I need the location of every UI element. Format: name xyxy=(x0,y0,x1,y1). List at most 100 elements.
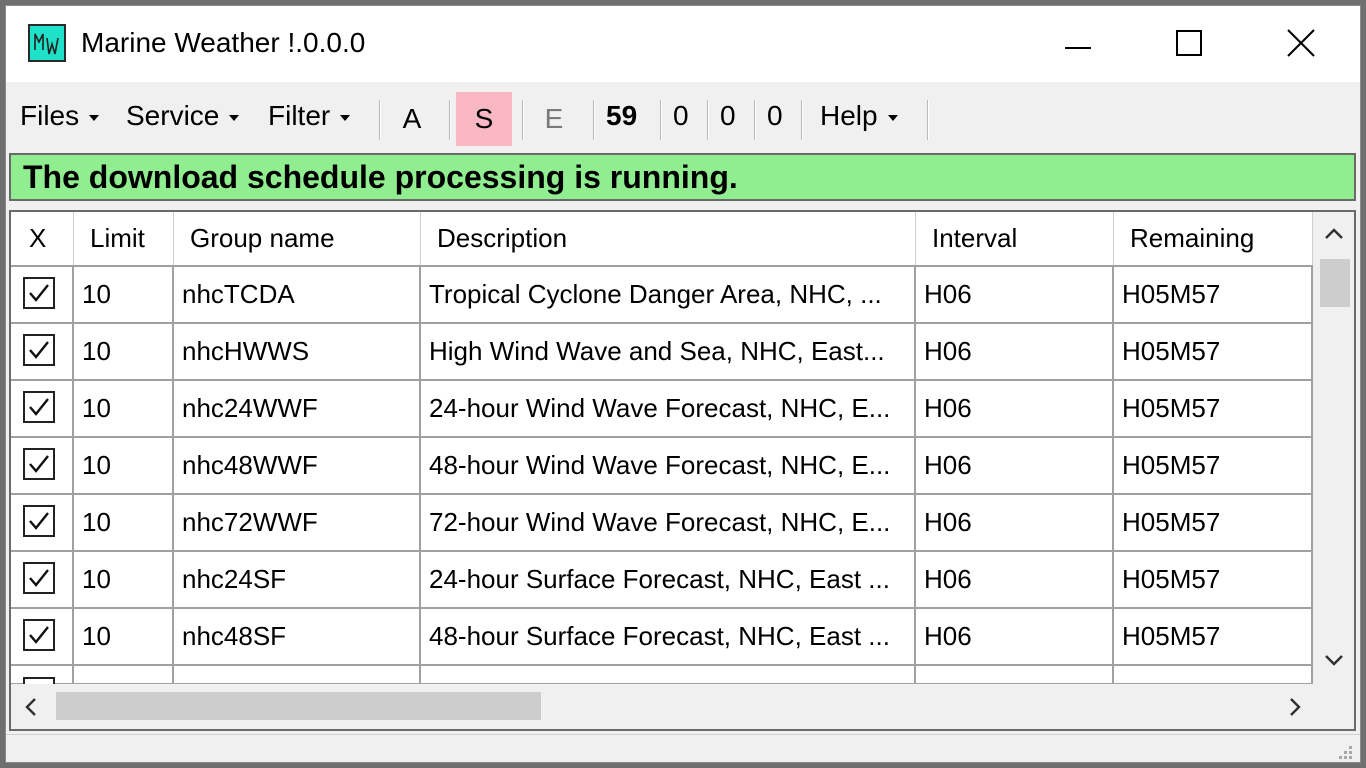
chevron-down-icon xyxy=(340,114,351,121)
table-cell xyxy=(421,665,916,685)
limit-cell[interactable]: 10 xyxy=(74,438,174,493)
description-cell[interactable]: 48-hour Surface Forecast, NHC, East ... xyxy=(421,609,916,664)
limit-cell[interactable]: 10 xyxy=(74,267,174,322)
table-row[interactable]: 10 nhc72WWF 72-hour Wind Wave Forecast, NH… xyxy=(11,495,1313,552)
column-header-interval[interactable]: Interval xyxy=(916,212,1114,265)
limit-cell[interactable]: 10 xyxy=(74,495,174,550)
description-cell[interactable]: 24-hour Wind Wave Forecast, NHC, E... xyxy=(421,381,916,436)
checkbox-cell xyxy=(11,552,74,607)
remaining-cell[interactable]: H05M57 xyxy=(1114,324,1313,379)
vertical-scrollbar[interactable] xyxy=(1313,212,1354,682)
resize-grip-icon[interactable] xyxy=(1336,743,1354,761)
window-title: Marine Weather !.0.0.0 xyxy=(81,27,366,58)
grid-header: X Limit Group name Description Interval … xyxy=(11,212,1313,267)
remaining-cell[interactable]: H05M57 xyxy=(1114,438,1313,493)
table-row[interactable]: 10 nhcTCDA Tropical Cyclone Danger Area, N… xyxy=(11,267,1313,324)
menu-separator xyxy=(707,100,709,140)
column-header-description[interactable]: Description xyxy=(421,212,916,265)
chevron-left-icon[interactable] xyxy=(23,696,39,718)
status-banner-text: The download schedule processing is runn… xyxy=(23,159,738,195)
button-s[interactable]: S xyxy=(456,92,512,146)
description-cell[interactable]: 24-hour Surface Forecast, NHC, East ... xyxy=(421,552,916,607)
menu-filter[interactable]: Filter xyxy=(268,82,351,150)
horizontal-scrollbar[interactable] xyxy=(11,684,1313,729)
table-row[interactable]: 10 nhcHWWS High Wind Wave and Sea, NHC, Ea… xyxy=(11,324,1313,381)
interval-cell[interactable]: H06 xyxy=(916,381,1114,436)
description-cell[interactable]: Tropical Cyclone Danger Area, NHC, ... xyxy=(421,267,916,322)
status-banner: The download schedule processing is runn… xyxy=(9,153,1356,201)
button-a[interactable]: A xyxy=(390,92,434,146)
remaining-cell[interactable]: H05M57 xyxy=(1114,495,1313,550)
description-cell[interactable]: 48-hour Wind Wave Forecast, NHC, E... xyxy=(421,438,916,493)
limit-cell[interactable]: 10 xyxy=(74,381,174,436)
remaining-cell[interactable]: H05M57 xyxy=(1114,609,1313,664)
menu-separator xyxy=(660,100,662,140)
limit-cell[interactable]: 10 xyxy=(74,609,174,664)
checkmark-icon xyxy=(29,626,49,644)
chevron-down-icon[interactable] xyxy=(1323,652,1345,668)
table-row[interactable]: 10 nhc24SF 24-hour Surface Forecast, NHC, … xyxy=(11,552,1313,609)
row-checkbox[interactable] xyxy=(23,391,55,423)
table-cell xyxy=(1114,665,1313,685)
column-header-limit[interactable]: Limit xyxy=(74,212,174,265)
remaining-cell[interactable]: H05M57 xyxy=(1114,267,1313,322)
menu-separator xyxy=(522,100,524,140)
group-name-cell[interactable]: nhc72WWF xyxy=(174,495,421,550)
horizontal-scroll-thumb[interactable] xyxy=(56,692,541,720)
chevron-right-icon[interactable] xyxy=(1287,696,1303,718)
menu-help-label: Help xyxy=(820,100,878,131)
interval-cell[interactable]: H06 xyxy=(916,438,1114,493)
row-checkbox[interactable] xyxy=(23,448,55,480)
menu-separator xyxy=(801,100,803,140)
row-checkbox[interactable] xyxy=(23,619,55,651)
close-button[interactable] xyxy=(1274,18,1330,68)
maximize-button[interactable] xyxy=(1161,18,1217,68)
minimize-button[interactable] xyxy=(1049,18,1105,68)
row-checkbox[interactable] xyxy=(23,505,55,537)
group-name-cell[interactable]: nhc48SF xyxy=(174,609,421,664)
table-cell xyxy=(916,665,1114,685)
interval-cell[interactable]: H06 xyxy=(916,609,1114,664)
menu-service[interactable]: Service xyxy=(126,82,240,150)
group-name-cell[interactable]: nhc24SF xyxy=(174,552,421,607)
group-name-cell[interactable]: nhcHWWS xyxy=(174,324,421,379)
mw-app-icon xyxy=(28,24,66,62)
button-e[interactable]: E xyxy=(534,92,574,146)
group-name-cell[interactable]: nhc24WWF xyxy=(174,381,421,436)
table-row-partial xyxy=(11,665,1313,685)
table-row[interactable]: 10 nhc48SF 48-hour Surface Forecast, NHC, … xyxy=(11,609,1313,666)
chevron-down-icon xyxy=(229,114,240,121)
menu-files[interactable]: Files xyxy=(20,82,100,150)
row-checkbox[interactable] xyxy=(23,277,55,309)
interval-cell[interactable]: H06 xyxy=(916,324,1114,379)
vertical-scroll-thumb[interactable] xyxy=(1320,259,1350,307)
description-cell[interactable]: 72-hour Wind Wave Forecast, NHC, E... xyxy=(421,495,916,550)
group-name-cell[interactable]: nhc48WWF xyxy=(174,438,421,493)
limit-cell[interactable]: 10 xyxy=(74,552,174,607)
table-row[interactable]: 10 nhc48WWF 48-hour Wind Wave Forecast, NH… xyxy=(11,438,1313,495)
description-cell[interactable]: High Wind Wave and Sea, NHC, East... xyxy=(421,324,916,379)
interval-cell[interactable]: H06 xyxy=(916,552,1114,607)
column-header-x[interactable]: X xyxy=(11,212,74,265)
interval-cell[interactable]: H06 xyxy=(916,267,1114,322)
group-name-cell[interactable]: nhcTCDA xyxy=(174,267,421,322)
menu-service-label: Service xyxy=(126,100,220,131)
limit-cell[interactable]: 10 xyxy=(74,324,174,379)
row-checkbox[interactable] xyxy=(23,562,55,594)
count-2: 0 xyxy=(673,100,689,131)
chevron-up-icon[interactable] xyxy=(1323,226,1345,242)
column-header-group-name[interactable]: Group name xyxy=(174,212,421,265)
checkmark-icon xyxy=(29,569,49,587)
column-header-remaining[interactable]: Remaining xyxy=(1114,212,1313,265)
interval-cell[interactable]: H06 xyxy=(916,495,1114,550)
title-bar: Marine Weather !.0.0.0 xyxy=(6,6,1360,82)
menu-separator xyxy=(593,100,595,140)
table-row[interactable]: 10 nhc24WWF 24-hour Wind Wave Forecast, NH… xyxy=(11,381,1313,438)
row-checkbox[interactable] xyxy=(23,334,55,366)
menu-filter-label: Filter xyxy=(268,100,331,131)
remaining-cell[interactable]: H05M57 xyxy=(1114,381,1313,436)
remaining-cell[interactable]: H05M57 xyxy=(1114,552,1313,607)
menu-separator xyxy=(379,100,381,140)
menu-help[interactable]: Help xyxy=(820,82,898,150)
chevron-down-icon xyxy=(89,114,100,121)
